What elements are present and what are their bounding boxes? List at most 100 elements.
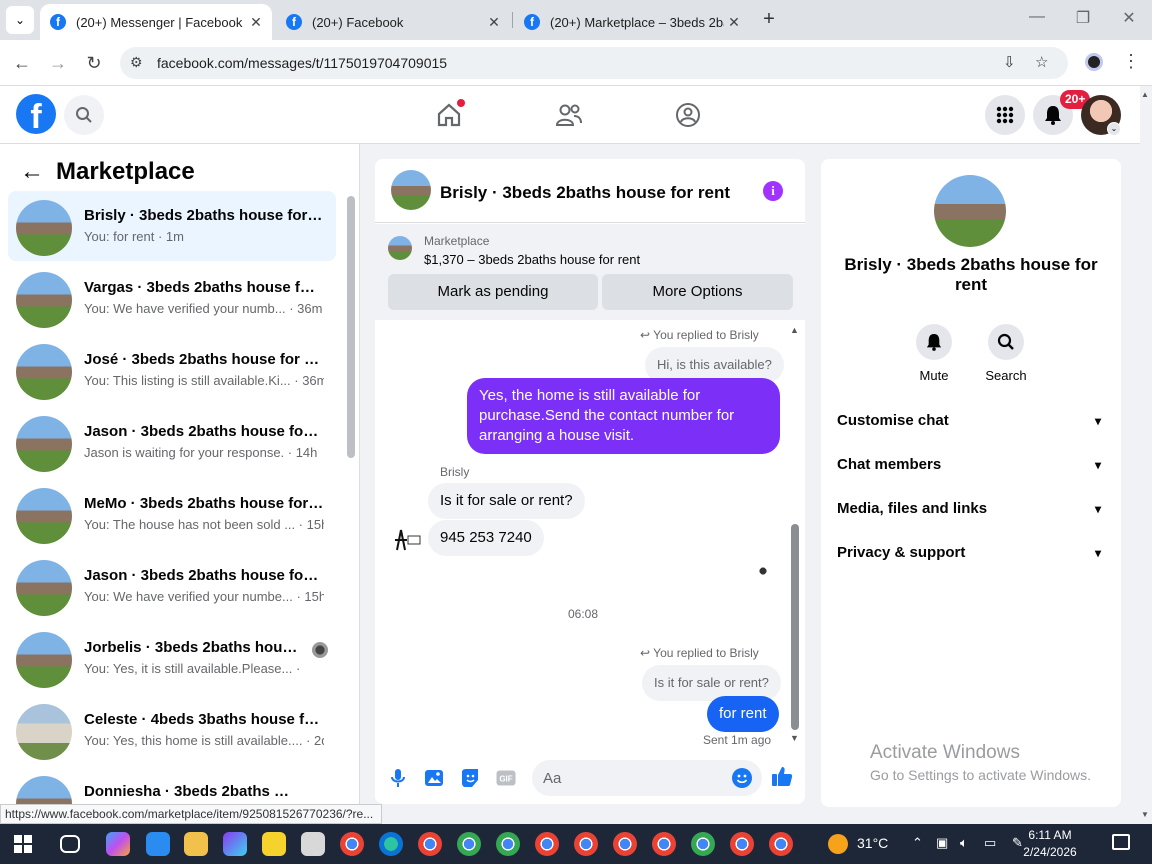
chrome-profile-icon[interactable] <box>574 832 598 856</box>
new-tab-button[interactable]: + <box>758 8 780 30</box>
received-message[interactable]: Is it for sale or rent? <box>428 483 585 519</box>
received-message[interactable]: 945 253 7240 <box>428 520 544 556</box>
chat-scroll-up-arrow[interactable]: ▲ <box>790 325 799 335</box>
paint-icon[interactable] <box>301 832 325 856</box>
search-icon <box>988 324 1024 360</box>
conversation-item[interactable]: Celeste · 4beds 3baths house for rent Yo… <box>8 695 336 765</box>
tray-app-icon[interactable]: ▣ <box>936 835 948 851</box>
tab-messenger[interactable]: f (20+) Messenger | Facebook ✕ <box>40 4 272 40</box>
omnibox[interactable]: ⚙ facebook.com/messages/t/11750197047090… <box>120 47 1068 79</box>
chat-listing-thumbnail[interactable] <box>391 170 431 210</box>
file-explorer-icon[interactable] <box>184 832 208 856</box>
conversation-item[interactable]: Donniesha · 3beds 2baths house for rent <box>8 767 336 804</box>
gif-icon[interactable]: GIF <box>495 767 517 789</box>
weather-temperature[interactable]: 31°C <box>857 835 888 851</box>
chrome-profile-icon[interactable] <box>613 832 637 856</box>
photo-icon[interactable] <box>423 767 445 789</box>
close-tab-icon[interactable]: ✕ <box>246 14 266 31</box>
install-app-icon[interactable]: ⇩ <box>1003 53 1016 71</box>
tab-search-button[interactable]: ⌄ <box>6 6 34 34</box>
info-listing-thumbnail[interactable] <box>934 175 1006 247</box>
chat-scroll-down-arrow[interactable]: ▼ <box>790 733 799 743</box>
customise-chat-section[interactable]: Customise chat ▾ <box>837 412 1105 436</box>
copilot-icon[interactable] <box>106 832 130 856</box>
search-conversation-button[interactable]: Search <box>976 324 1036 383</box>
bookmark-star-icon[interactable]: ☆ <box>1035 53 1048 71</box>
groups-icon[interactable] <box>673 100 703 130</box>
sender-avatar[interactable] <box>391 526 421 554</box>
extension-icon[interactable] <box>1085 53 1103 71</box>
edge-icon[interactable] <box>379 832 403 856</box>
url-text[interactable]: facebook.com/messages/t/1175019704709015 <box>157 55 447 71</box>
page-scroll-down-arrow[interactable]: ▼ <box>1141 810 1149 819</box>
sticker-icon[interactable] <box>459 767 481 789</box>
info-icon[interactable]: i <box>763 181 783 201</box>
listing-thumbnail <box>16 776 72 804</box>
search-icon[interactable] <box>64 95 104 135</box>
emoji-icon[interactable] <box>732 768 752 788</box>
chrome-icon[interactable] <box>340 832 364 856</box>
site-info-icon[interactable]: ⚙ <box>130 54 143 71</box>
more-options-button[interactable]: More Options <box>602 274 793 310</box>
chrome-profile-icon[interactable] <box>769 832 793 856</box>
message-input[interactable]: Aa <box>532 760 762 796</box>
media-files-links-section[interactable]: Media, files and links ▾ <box>837 500 1105 524</box>
close-tab-icon[interactable]: ✕ <box>484 14 504 31</box>
weather-sun-icon[interactable] <box>828 834 848 854</box>
conversation-preview: You: Yes, it is still available.Please..… <box>84 661 304 676</box>
windows-start-icon[interactable] <box>14 835 32 853</box>
chrome-profile-icon[interactable] <box>730 832 754 856</box>
friends-icon[interactable] <box>554 100 584 130</box>
page-scroll-up-arrow[interactable]: ▲ <box>1141 90 1149 99</box>
conversation-item[interactable]: Brisly · 3beds 2baths house for rent You… <box>8 191 336 261</box>
privacy-support-section[interactable]: Privacy & support ▾ <box>837 544 1105 568</box>
back-arrow-icon[interactable]: ← <box>20 158 44 186</box>
conversation-item[interactable]: José · 3beds 2baths house for rent You: … <box>8 335 336 405</box>
conversation-item[interactable]: MeMo · 3beds 2baths house for rent You: … <box>8 479 336 549</box>
mute-button[interactable]: Mute <box>904 324 964 383</box>
chat-scrollbar[interactable] <box>791 524 799 730</box>
volume-icon[interactable]: 🔈︎ <box>960 835 968 851</box>
microphone-icon[interactable] <box>387 767 409 789</box>
browser-menu-icon[interactable]: ⋮ <box>1122 51 1140 72</box>
conversation-item[interactable]: Vargas · 3beds 2baths house for rent You… <box>8 263 336 333</box>
conversation-item[interactable]: Jason · 3beds 2baths house for rent Jaso… <box>8 407 336 477</box>
facebook-logo[interactable]: f <box>16 94 56 134</box>
chrome-profile-icon[interactable] <box>691 832 715 856</box>
thumbs-up-icon[interactable] <box>771 765 793 787</box>
message-composer: GIF Aa <box>375 757 805 801</box>
chrome-profile-icon[interactable] <box>535 832 559 856</box>
menu-grid-icon[interactable] <box>985 95 1025 135</box>
listing-price-title[interactable]: $1,370 – 3beds 2baths house for rent <box>424 252 640 267</box>
back-button[interactable]: ← <box>11 52 33 74</box>
account-chevron-icon[interactable]: ⌄ <box>1107 122 1121 136</box>
sticky-notes-icon[interactable] <box>262 832 286 856</box>
sent-message[interactable]: Yes, the home is still available for pur… <box>467 378 780 454</box>
chat-title[interactable]: Brisly · 3beds 2baths house for rent <box>440 183 730 203</box>
forward-button[interactable]: → <box>47 52 69 74</box>
app-icon-triangle[interactable] <box>223 832 247 856</box>
conversation-item[interactable]: Jason · 3beds 2baths house for rent You:… <box>8 551 336 621</box>
tray-chevron-up-icon[interactable]: ⌃ <box>912 835 923 851</box>
chat-members-section[interactable]: Chat members ▾ <box>837 456 1105 480</box>
sent-message[interactable]: for rent <box>707 696 779 732</box>
sidebar-scrollbar[interactable] <box>347 196 355 458</box>
close-window-button[interactable]: ✕ <box>1114 8 1144 28</box>
notification-center-icon[interactable] <box>1112 834 1130 850</box>
clock[interactable]: 6:11 AM 2/24/2026 <box>1010 827 1090 861</box>
task-view-icon[interactable] <box>60 835 80 853</box>
tab-facebook[interactable]: f (20+) Facebook ✕ <box>276 4 510 40</box>
close-tab-icon[interactable]: ✕ <box>724 14 744 31</box>
restore-button[interactable]: ❐ <box>1068 8 1098 28</box>
mark-as-pending-button[interactable]: Mark as pending <box>388 274 598 310</box>
chrome-profile-icon[interactable] <box>652 832 676 856</box>
reload-button[interactable]: ↻ <box>83 52 105 74</box>
app-icon-s[interactable] <box>146 832 170 856</box>
tab-marketplace[interactable]: f (20+) Marketplace – 3beds 2bat ✕ <box>514 4 750 40</box>
chrome-profile-icon[interactable] <box>457 832 481 856</box>
minimize-button[interactable]: — <box>1022 8 1052 26</box>
conversation-item[interactable]: Jorbelis · 3beds 2baths house for rent Y… <box>8 623 336 693</box>
chrome-profile-icon[interactable] <box>496 832 520 856</box>
network-icon[interactable]: ▭ <box>984 835 996 851</box>
chrome-profile-icon[interactable] <box>418 832 442 856</box>
